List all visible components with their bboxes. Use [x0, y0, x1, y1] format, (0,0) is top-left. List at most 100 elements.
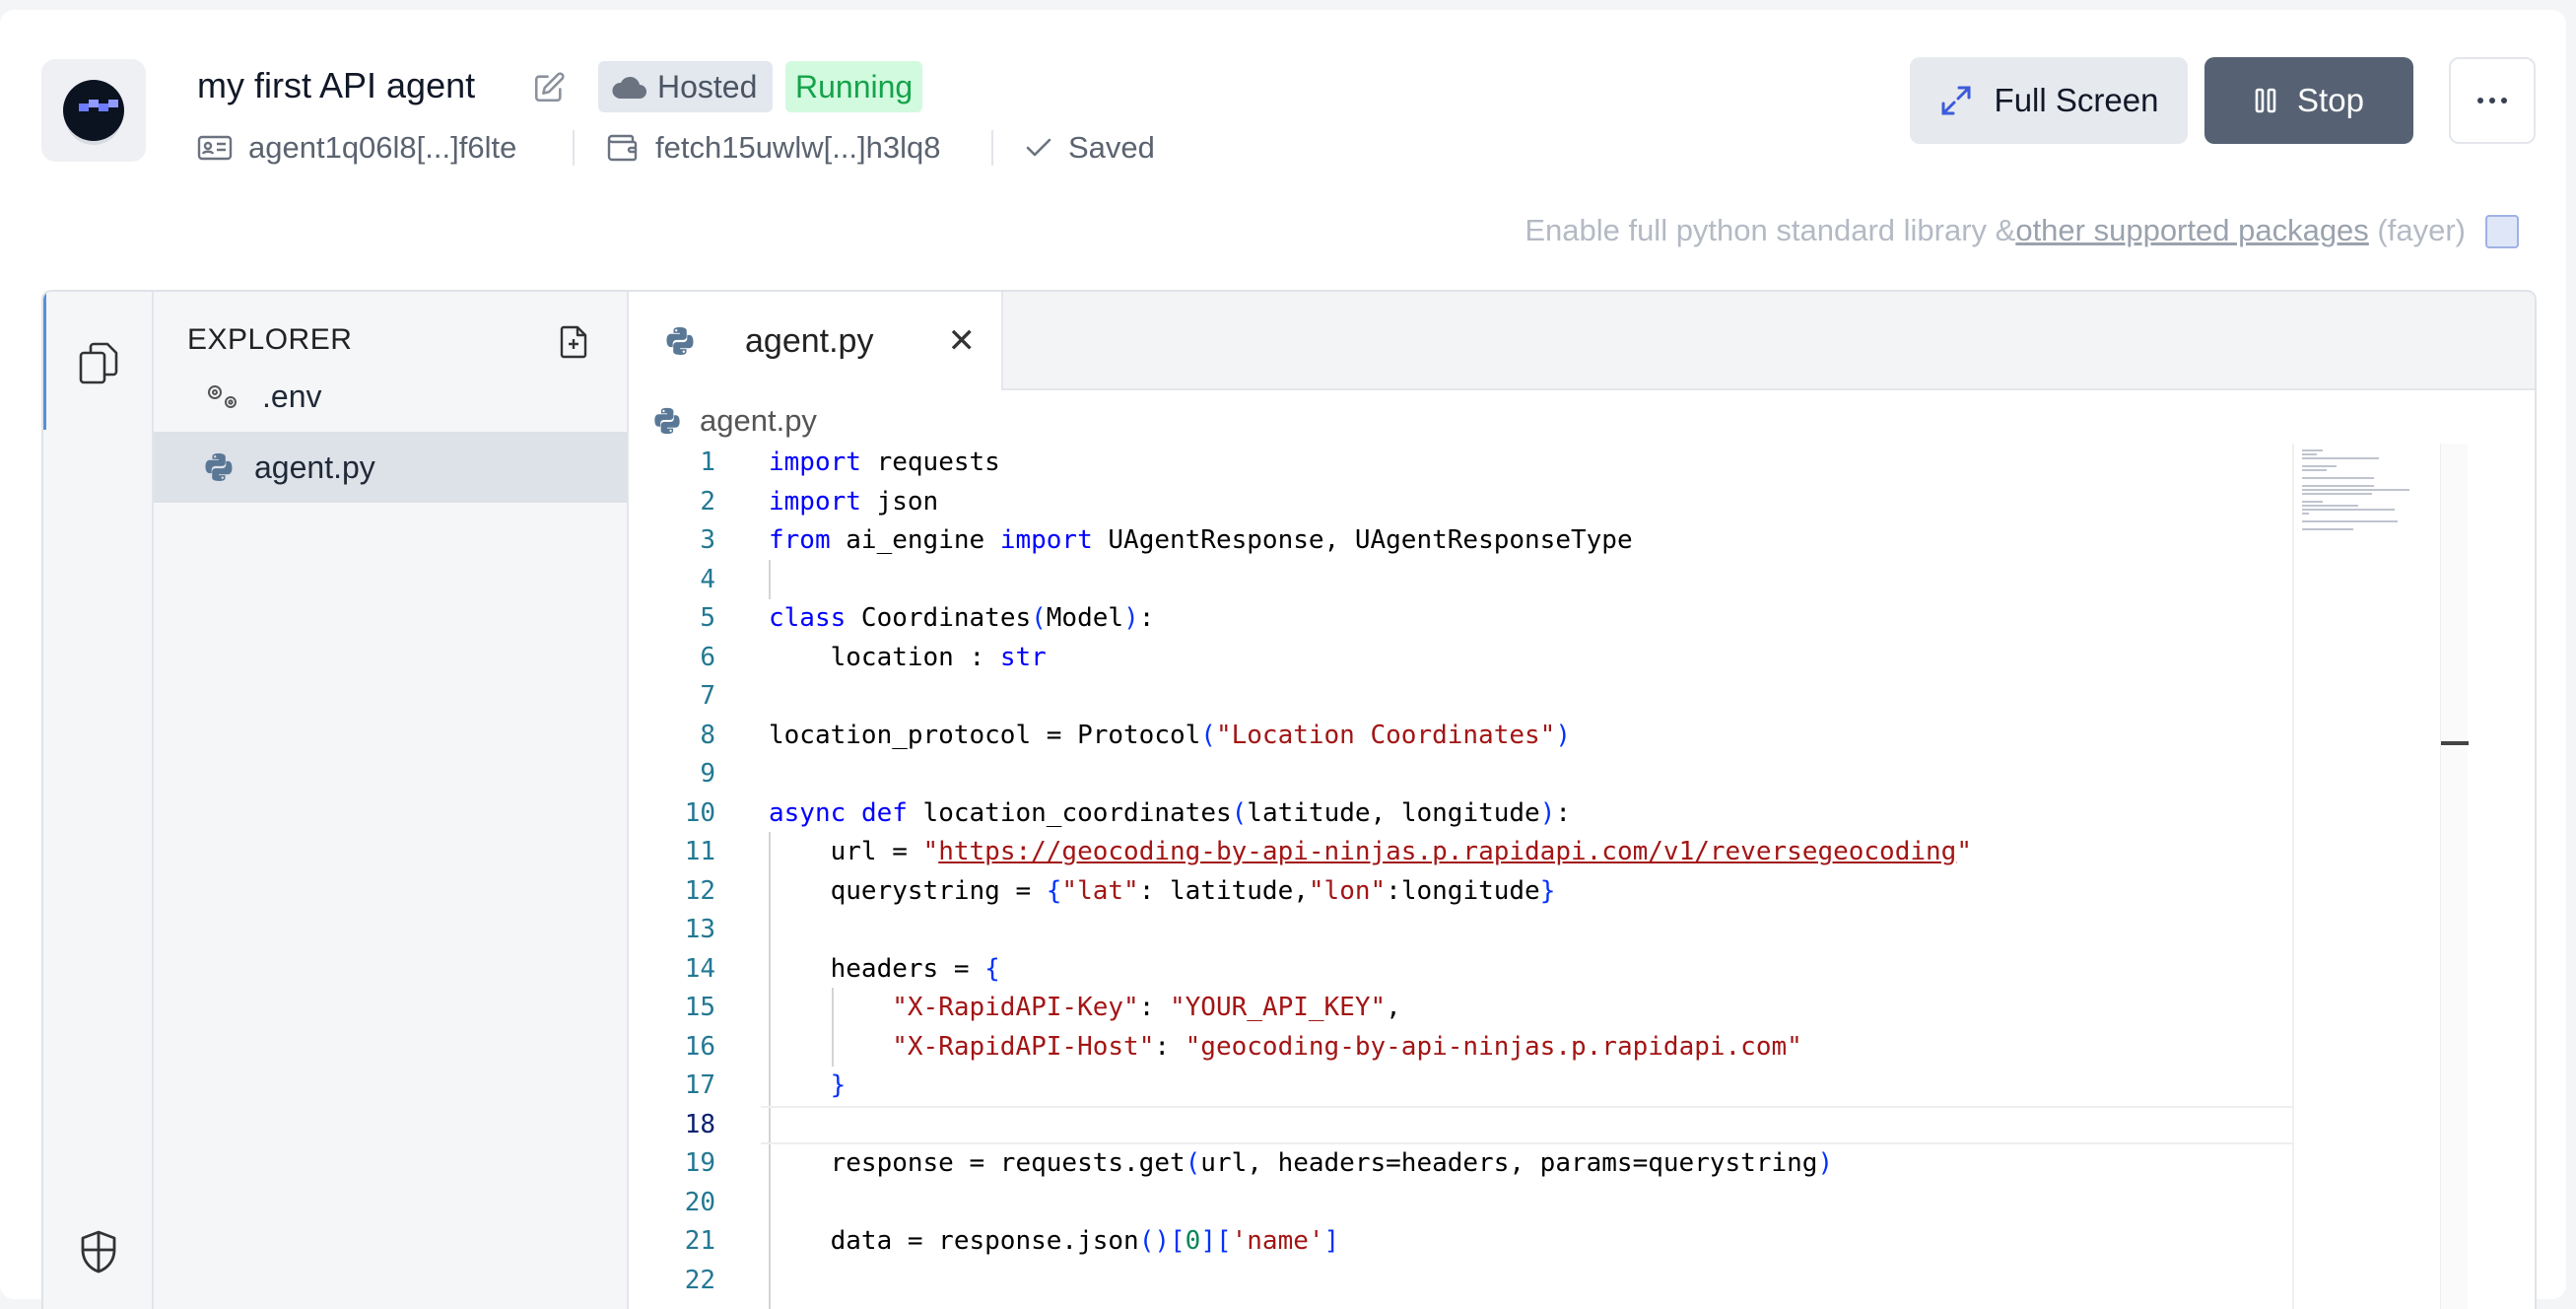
files-icon[interactable]: [77, 341, 120, 386]
file-item-env[interactable]: .env: [154, 361, 627, 432]
code-text: location_protocol = Protocol("Location C…: [769, 720, 1571, 750]
code-line: 2 import json: [629, 483, 2284, 522]
status-badge: Running: [785, 61, 923, 112]
minimap-line: [2302, 457, 2380, 459]
minimap-line: [2302, 465, 2337, 467]
line-number: 8: [700, 720, 715, 750]
agent-title: my first API agent: [197, 65, 476, 105]
activity-bar: [43, 292, 154, 1309]
minimap[interactable]: [2292, 444, 2440, 1309]
minimap-line: [2302, 489, 2410, 491]
line-number: 12: [684, 875, 715, 906]
full-screen-button[interactable]: Full Screen: [1910, 57, 2188, 144]
line-number: 14: [684, 953, 715, 984]
wallet-address[interactable]: fetch15uwlw[...]h3lq8: [606, 126, 941, 170]
stop-button[interactable]: Stop: [2204, 57, 2413, 144]
minimap-line: [2302, 485, 2374, 487]
line-number: 3: [700, 525, 715, 555]
code-area[interactable]: 1 import requests 2 import json 3 from ai_eng…: [629, 444, 2308, 1309]
close-icon[interactable]: ✕: [948, 321, 977, 361]
minimap-line: [2302, 469, 2328, 471]
python-icon: [205, 453, 233, 481]
code-line: 9: [629, 755, 2284, 794]
code-text: querystring = {"lat": latitude,"lon":lon…: [769, 875, 1556, 906]
line-number: 10: [684, 797, 715, 828]
more-options-button[interactable]: [2449, 57, 2536, 144]
tab-label: agent.py: [745, 321, 874, 360]
tab-agent-py[interactable]: agent.py ✕: [629, 292, 1003, 390]
agent-editor-page: my first API agent Hosted Running agent1…: [0, 10, 2566, 1309]
scroll-position-marker: [2441, 741, 2469, 745]
code-line: 1 import requests: [629, 444, 2284, 483]
line-number: 21: [684, 1226, 715, 1256]
agent-address-text: agent1q06l8[...]f6lte: [248, 130, 517, 165]
code-line: 10 async def location_coordinates(latitud…: [629, 794, 2284, 834]
code-text: "X-RapidAPI-Key": "YOUR_API_KEY",: [892, 993, 1401, 1022]
stdlib-checkbox[interactable]: [2485, 215, 2519, 248]
code-line: 12 querystring = {"lat": latitude,"lon":…: [629, 872, 2284, 912]
line-number: 13: [684, 915, 715, 944]
code-line: 3 from ai_engine import UAgentResponse, U…: [629, 521, 2284, 561]
python-icon: [654, 407, 680, 435]
minimap-line: [2302, 501, 2323, 503]
edit-icon[interactable]: [532, 71, 566, 104]
code-text: headers = {: [769, 953, 1000, 984]
code-line: 6 location : str: [629, 639, 2284, 678]
code-line: 15 "X-RapidAPI-Key": "YOUR_API_KEY",: [629, 989, 2284, 1028]
hosted-label: Hosted: [657, 68, 758, 104]
line-number: 20: [684, 1187, 715, 1217]
code-line: 8 location_protocol = Protocol("Location …: [629, 717, 2284, 756]
check-icon: [1026, 138, 1051, 157]
vertical-scrollbar[interactable]: [2440, 444, 2469, 1309]
file-name: .env: [262, 378, 322, 414]
code-line: 11 url = "https://geocoding-by-api-ninja…: [629, 833, 2284, 872]
code-editor: EXPLORER .env agent.py agent.py ✕ agent.…: [41, 290, 2537, 1309]
code-line: 19 response = requests.get(url, headers=…: [629, 1144, 2284, 1184]
code-text: import requests: [769, 448, 1000, 477]
shield-icon[interactable]: [77, 1228, 120, 1275]
code-line: 7: [629, 677, 2284, 717]
wallet-icon: [607, 134, 638, 162]
agent-address[interactable]: agent1q06l8[...]f6lte: [197, 126, 516, 170]
agent-avatar: [41, 59, 146, 162]
code-text: location : str: [769, 642, 1047, 672]
hosted-badge: Hosted: [598, 61, 774, 112]
code-text: async def location_coordinates(latitude,…: [769, 797, 1572, 828]
line-number: 18: [684, 1109, 715, 1139]
stdlib-prefix: Enable full python standard library &: [1525, 213, 2016, 247]
active-indicator: [43, 292, 46, 430]
robot-face-icon: [63, 80, 124, 141]
line-number: 15: [684, 993, 715, 1022]
file-item-agent-py[interactable]: agent.py: [154, 432, 627, 503]
code-text: response = requests.get(url, headers=hea…: [769, 1148, 1834, 1178]
save-status-text: Saved: [1068, 130, 1155, 165]
minimap-line: [2302, 528, 2353, 530]
divider: [573, 130, 575, 166]
line-number: 5: [700, 603, 715, 633]
minimap-line: [2302, 509, 2395, 511]
python-icon: [666, 327, 694, 355]
line-number: 19: [684, 1148, 715, 1178]
line-number: 1: [700, 448, 715, 477]
minimap-line: [2302, 493, 2373, 495]
settings-gear-icon: [208, 385, 237, 408]
id-card-icon: [197, 135, 233, 161]
full-screen-label: Full Screen: [1994, 82, 2159, 118]
save-status: Saved: [1025, 126, 1155, 170]
code-text: import json: [769, 486, 939, 517]
breadcrumb-file: agent.py: [700, 403, 817, 438]
code-text: class Coordinates(Model):: [769, 603, 1155, 633]
code-text: }: [830, 1070, 847, 1100]
code-line: 21 data = response.json()[0]['name']: [629, 1222, 2284, 1262]
code-line: 17 }: [629, 1067, 2284, 1106]
new-file-icon[interactable]: [558, 325, 589, 359]
stop-label: Stop: [2297, 82, 2364, 118]
stdlib-suffix: (fayer): [2377, 213, 2466, 247]
breadcrumb[interactable]: agent.py: [652, 396, 817, 446]
line-number: 4: [700, 564, 715, 594]
code-line: 5 class Coordinates(Model):: [629, 599, 2284, 639]
supported-packages-link[interactable]: other supported packages: [2015, 213, 2368, 247]
line-number: 2: [700, 486, 715, 517]
line-number: 11: [684, 837, 715, 866]
minimap-line: [2302, 520, 2398, 522]
